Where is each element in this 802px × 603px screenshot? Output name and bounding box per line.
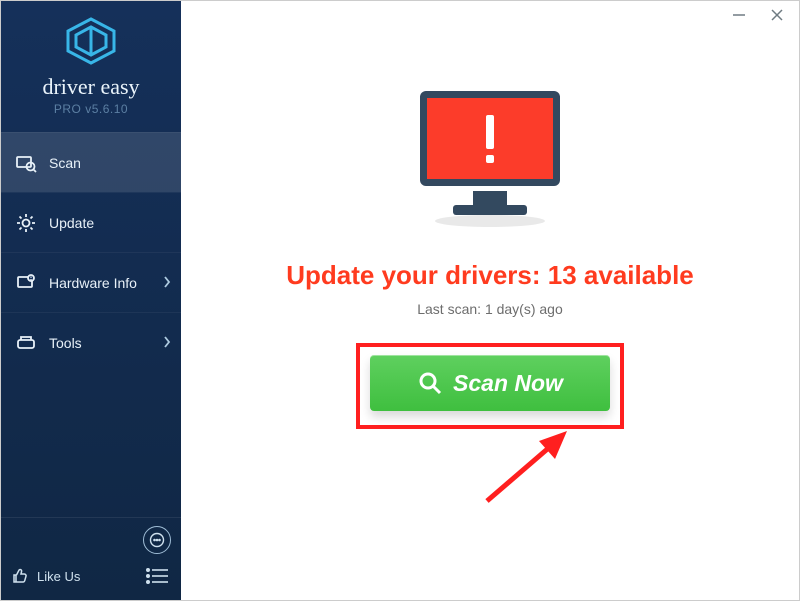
main-content: Update your drivers: 13 available Last s… bbox=[181, 1, 799, 600]
brand-block: driver easy PRO v5.6.10 bbox=[1, 1, 181, 126]
update-headline: Update your drivers: 13 available bbox=[286, 260, 694, 291]
minimize-button[interactable] bbox=[729, 5, 749, 25]
sidebar-item-label: Scan bbox=[49, 155, 81, 171]
search-icon bbox=[417, 370, 443, 396]
scan-highlight-annotation: Scan Now bbox=[356, 343, 624, 429]
hardware-icon bbox=[15, 272, 37, 294]
window-titlebar bbox=[729, 1, 799, 27]
sidebar-item-label: Update bbox=[49, 215, 94, 231]
sidebar-nav: Scan Update Hardware I bbox=[1, 132, 181, 372]
tools-icon bbox=[15, 332, 37, 354]
last-scan-text: Last scan: 1 day(s) ago bbox=[417, 301, 563, 317]
sidebar-item-tools[interactable]: Tools bbox=[1, 312, 181, 372]
thumbs-up-icon bbox=[11, 567, 29, 585]
feedback-icon[interactable] bbox=[143, 526, 171, 554]
menu-icon[interactable] bbox=[143, 562, 171, 590]
logo-icon bbox=[64, 17, 118, 65]
arrow-annotation-icon bbox=[477, 421, 587, 511]
sidebar-item-hardware-info[interactable]: Hardware Info bbox=[1, 252, 181, 312]
alert-monitor-icon bbox=[405, 81, 575, 236]
chevron-right-icon bbox=[163, 335, 171, 351]
sidebar-item-label: Tools bbox=[49, 335, 82, 351]
sidebar-item-scan[interactable]: Scan bbox=[1, 132, 181, 192]
brand-version: PRO v5.6.10 bbox=[1, 102, 181, 116]
like-us-label: Like Us bbox=[37, 569, 80, 584]
like-us-button[interactable]: Like Us bbox=[11, 567, 80, 585]
sidebar-item-update[interactable]: Update bbox=[1, 192, 181, 252]
gear-icon bbox=[15, 212, 37, 234]
scan-now-button[interactable]: Scan Now bbox=[370, 355, 610, 411]
brand-name: driver easy bbox=[1, 74, 181, 100]
sidebar-item-label: Hardware Info bbox=[49, 275, 137, 291]
close-button[interactable] bbox=[767, 5, 787, 25]
scan-icon bbox=[15, 152, 37, 174]
app-window: driver easy PRO v5.6.10 Scan bbox=[0, 0, 800, 601]
scan-now-label: Scan Now bbox=[453, 370, 563, 397]
sidebar-bottom: Like Us bbox=[1, 517, 181, 600]
chevron-right-icon bbox=[163, 275, 171, 291]
sidebar: driver easy PRO v5.6.10 Scan bbox=[1, 1, 181, 600]
